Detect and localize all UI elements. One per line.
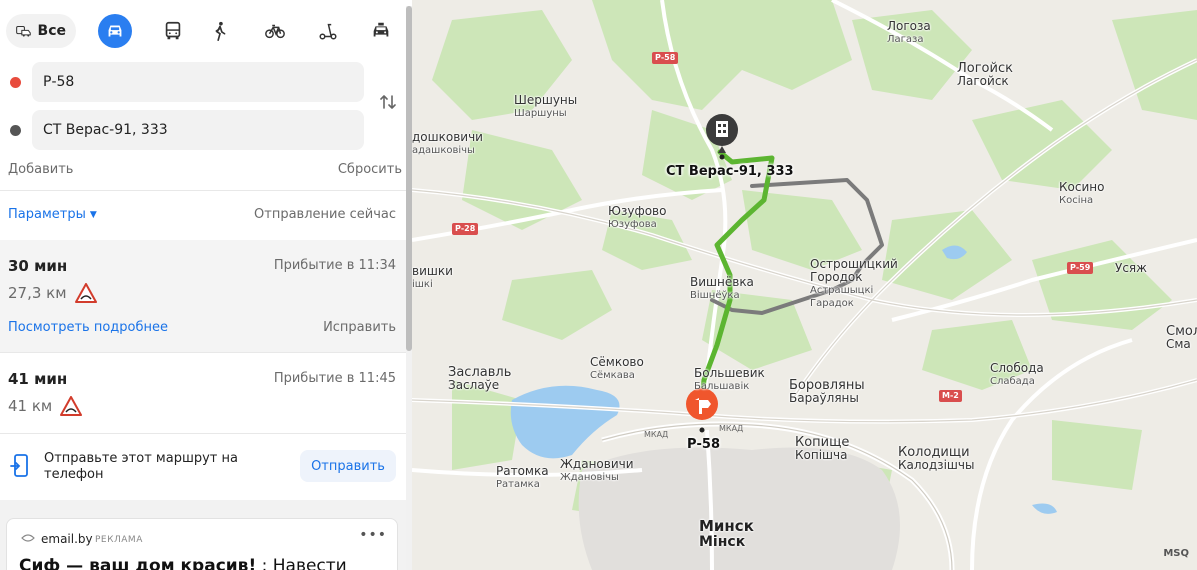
origin-input[interactable]: Р-58 [32,62,364,102]
map-label: Вишнёвка Вішнёўка [690,275,754,302]
mode-bike-button[interactable] [257,14,293,48]
more-options-icon[interactable]: ••• [359,527,387,543]
road-warning-icon [74,283,97,303]
map-attribution: MSQ [1163,548,1189,559]
origin-dot [10,77,21,88]
road-shield: Р-28 [452,223,479,235]
destination-map-label: СТ Верас-91, 333 [666,164,794,179]
map-label-minsk: Минск Мінск [699,517,754,550]
map-label: Сёмково Сёмкава [590,355,644,382]
map-label: Ждановичи Ждановічы [560,457,634,484]
bus-icon [165,21,181,40]
road-shield: Р-59 [1067,262,1094,274]
route-arrival: Прибытие в 11:45 [273,371,396,386]
ad-area: email.by РЕКЛАМА ••• Сиф — ваш дом краси… [0,500,406,570]
road-warning-icon [60,396,83,416]
route-distance: 41 км [8,397,53,415]
route-duration: 41 мин [8,370,68,388]
send-button[interactable]: Отправить [300,450,396,482]
car-icon [108,25,122,37]
parameters-dropdown[interactable]: Параметры ▼ [8,207,97,222]
map-label: Логойск Лагойск [957,61,1013,88]
map-label: Острошицкий Городок Астрашыцкі Гарадок [810,257,898,310]
origin-map-label: Р-58 [687,437,721,452]
map[interactable]: Логоза Лагаза Логойск Лагойск Шершуны Шаршу… [412,0,1197,570]
divider [0,433,406,434]
route-distance-row: 41 км [8,396,83,416]
mode-all-label: Все [37,23,66,39]
multi-transport-icon [16,25,31,37]
add-point-link[interactable]: Добавить [8,162,73,177]
mode-walk-button[interactable] [203,14,237,48]
map-label: Усяж [1115,261,1147,275]
departure-time[interactable]: Отправление сейчас [254,207,396,222]
parameters-label: Параметры [8,207,86,222]
mode-scooter-button[interactable] [311,14,345,48]
taxi-icon [373,22,389,37]
map-label: дошковичи адашковічы [412,130,483,157]
map-label: Ратомка Ратамка [496,464,549,491]
map-label: Заславль Заслаўе [448,365,512,392]
road-shield: М-2 [939,390,962,402]
route-distance-row: 27,3 км [8,283,97,303]
map-label: Логоза Лагаза [887,19,931,46]
ad-source-logo-icon [21,534,35,542]
map-label: Большевик Бальшавік [694,366,765,393]
map-label: Боровляны Бараўляны [789,378,865,405]
ad-source: email.by [41,532,93,546]
divider [0,190,406,191]
map-label: Копище Копішча [795,435,850,462]
route-option-1[interactable]: 30 мин Прибытие в 11:34 27,3 км Посмотре… [0,240,406,352]
caret-down-icon: ▼ [89,209,97,220]
map-label: Колодищи Калодзішчы [898,445,975,472]
road-shield: Р-58 [652,52,679,64]
bicycle-icon [265,24,285,39]
map-label: СмолСма [1166,324,1197,351]
route-option-2[interactable]: 41 мин Прибытие в 11:45 41 км [0,353,406,433]
mode-car-button[interactable] [98,14,132,48]
ad-title: Сиф — ваш дом красив! : Навести [19,556,347,570]
pedestrian-icon [215,21,226,41]
map-label: Косино Косіна [1059,180,1105,207]
destination-input[interactable]: СТ Верас-91, 333 [32,110,364,150]
route-fix-link[interactable]: Исправить [323,320,396,335]
swap-icon[interactable] [378,92,398,112]
scooter-icon [319,23,337,40]
mode-taxi-button[interactable] [364,14,398,48]
ring-road-label: МКАД [719,424,744,433]
destination-dot [10,125,21,136]
ring-road-label: МКАД [644,430,669,439]
mode-bus-button[interactable] [156,14,190,48]
map-label: Юзуфово Юзуфова [608,204,667,231]
origin-input-value: Р-58 [43,74,75,90]
ad-tag: РЕКЛАМА [95,535,143,545]
transport-mode-bar: Все [6,14,402,50]
destination-input-value: СТ Верас-91, 333 [43,122,168,138]
ad-card[interactable]: email.by РЕКЛАМА ••• Сиф — ваш дом краси… [6,518,398,570]
map-label: вишки ішкі [412,264,453,291]
reset-link[interactable]: Сбросить [338,162,402,177]
send-route-text: Отправьте этот маршрут на телефон [44,451,238,482]
send-to-phone-row: Отправьте этот маршрут на телефон Отправ… [0,436,406,498]
map-label: Слобода Слабада [990,361,1044,388]
phone-send-icon [10,454,28,477]
route-duration: 30 мин [8,257,68,275]
map-label: Шершуны Шаршуны [514,93,578,120]
ad-title-bold: Сиф — ваш дом красив! [19,556,257,570]
route-details-link[interactable]: Посмотреть подробнее [8,320,168,335]
ad-title-rest: : Навести [256,556,347,570]
mode-all-button[interactable]: Все [6,14,76,48]
route-arrival: Прибытие в 11:34 [273,258,396,273]
route-panel: Все Р-58 СТ Верас-91, 333 Добавить Сброс… [0,0,412,570]
route-distance: 27,3 км [8,284,67,302]
